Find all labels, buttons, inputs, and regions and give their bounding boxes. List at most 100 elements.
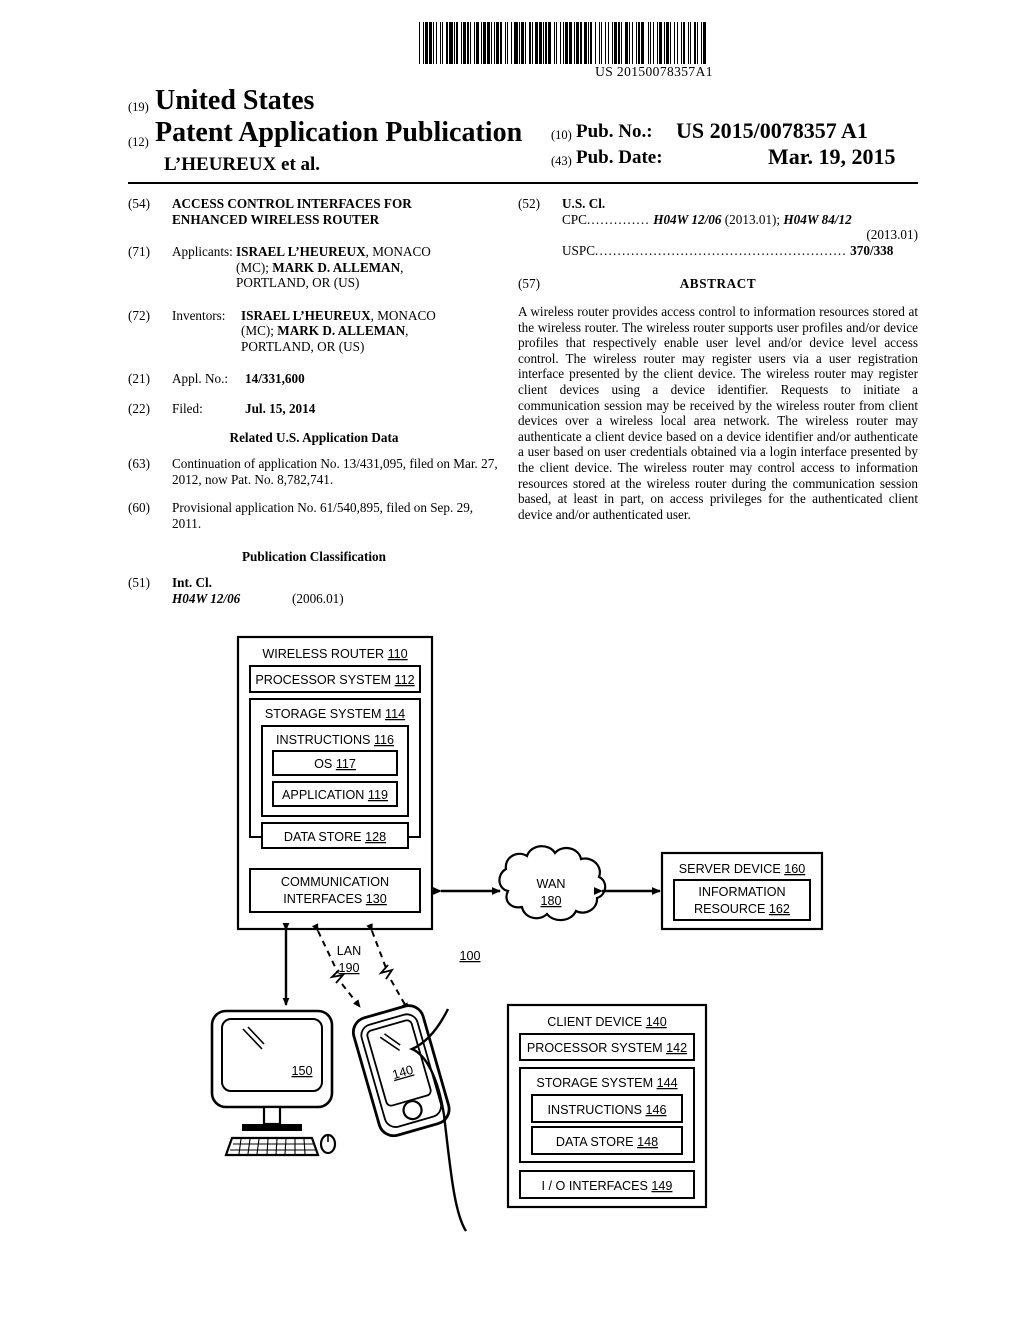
provisional-text: Provisional application No. 61/540,895, … (172, 500, 474, 531)
client-storage-system-ref: 144 (657, 1076, 678, 1090)
server-device-ref: 160 (784, 862, 805, 876)
client-processor-system-label: PROCESSOR SYSTEM (527, 1041, 663, 1055)
field-inventors-label: Inventors: (172, 307, 226, 323)
field-filed-num: (22) (128, 400, 150, 416)
field-title: (54) ACCESS CONTROL INTERFACES FOR ENHAN… (128, 196, 500, 227)
pub-date-paren: (43) (551, 154, 572, 168)
country-title: United States (155, 85, 315, 116)
wireless-router-ref: 110 (388, 647, 408, 661)
os-label: OS (314, 757, 332, 771)
communication-interfaces-box: COMMUNICATION INTERFACES 130 (249, 868, 421, 913)
figure-system-diagram: WIRELESS ROUTER 110 PROCESSOR SYSTEM 112… (150, 625, 874, 1265)
uspc-leader-dots: ........................................… (595, 242, 847, 258)
inventor-2-suffix: , (405, 323, 409, 338)
svg-text:DATA STORE 128: DATA STORE 128 (284, 830, 386, 844)
field-appl-no-num: (21) (128, 371, 150, 386)
document-header: (19) United States (12) Patent Applicati… (128, 84, 918, 182)
application-ref: 119 (368, 788, 388, 802)
cpc-label: CPC (562, 211, 587, 227)
data-store-label: DATA STORE (284, 830, 362, 844)
instructions-ref: 116 (374, 733, 394, 747)
wan-label: WAN (537, 877, 566, 891)
cpc-code-2: H04W 84/12 (783, 211, 852, 227)
pub-date-label: Pub. Date: (576, 147, 663, 168)
processor-system-box: PROCESSOR SYSTEM 112 (249, 665, 421, 693)
doc-type-title: Patent Application Publication (155, 117, 523, 148)
pub-date-value: Mar. 19, 2015 (768, 144, 896, 169)
field-applicants: (71) Applicants: ISRAEL L’HEUREUX, MONAC… (128, 244, 500, 291)
storage-system-label: STORAGE SYSTEM (265, 707, 382, 721)
lan-wireless-link-phone (366, 923, 409, 1011)
information-resource-line1: INFORMATION (698, 885, 785, 899)
field-int-cl: (51) Int. Cl. H04W 12/06 (2006.01) (128, 575, 500, 606)
client-data-store-ref: 148 (637, 1135, 658, 1149)
wan-cloud: WAN 180 (498, 845, 607, 922)
us-cl-label: U.S. Cl. (562, 196, 606, 211)
client-instructions-label: INSTRUCTIONS (548, 1103, 642, 1117)
os-box: OS 117 (272, 750, 398, 776)
country-code-paren: (19) (128, 100, 149, 114)
os-ref: 117 (336, 757, 356, 771)
client-io-interfaces-label: I / O INTERFACES (542, 1179, 648, 1193)
publication-number-text: US 20150078357A1 (595, 64, 713, 79)
inventor-2-location: PORTLAND, OR (US) (241, 338, 365, 354)
abstract-body: A wireless router provides access contro… (518, 304, 918, 522)
client-device-ref: 140 (646, 1015, 667, 1029)
information-resource-line2: RESOURCE (694, 902, 765, 916)
client-data-store-label: DATA STORE (556, 1135, 634, 1149)
applicant-2-suffix: , (400, 259, 404, 275)
barcode-image (419, 22, 889, 64)
client-io-interfaces-ref: 149 (651, 1179, 672, 1193)
wireless-router-label: WIRELESS ROUTER (262, 647, 384, 661)
client-instructions-ref: 146 (645, 1103, 666, 1117)
header-divider (128, 182, 918, 184)
inventor-2-name: MARK D. ALLEMAN (277, 323, 406, 338)
data-store-ref: 128 (365, 830, 386, 844)
communication-interfaces-line2: INTERFACES (283, 892, 362, 906)
svg-text:I / O INTERFACES 149: I / O INTERFACES 149 (542, 1179, 673, 1193)
field-us-cl: (52) U.S. Cl. CPC.............. H04W 12/… (518, 196, 918, 258)
communication-interfaces-ref: 130 (366, 892, 387, 906)
invention-title-line1: ACCESS CONTROL INTERFACES FOR (172, 196, 412, 211)
svg-text:SERVER DEVICE 160: SERVER DEVICE 160 (679, 862, 805, 876)
client-device-label: CLIENT DEVICE (547, 1015, 642, 1029)
applicant-2-name: MARK D. ALLEMAN (272, 259, 401, 275)
doc-type-paren: (12) (128, 135, 149, 149)
field-appl-no: (21) Appl. No.: 14/331,600 (128, 371, 500, 387)
filed-date-value: Jul. 15, 2014 (245, 400, 316, 416)
uspc-value: 370/338 (850, 242, 894, 258)
publication-classification-heading: Publication Classification (242, 549, 386, 564)
client-processor-system-ref: 142 (666, 1041, 687, 1055)
desktop-computer-ref: 150 (291, 1064, 312, 1078)
svg-text:RESOURCE 162: RESOURCE 162 (694, 902, 790, 916)
abstract-heading-row: (57) ABSTRACT (518, 276, 918, 292)
svg-text:WIRELESS ROUTER 110: WIRELESS ROUTER 110 (262, 647, 407, 661)
client-storage-system-label: STORAGE SYSTEM (536, 1076, 653, 1090)
abstract-num: (57) (518, 276, 540, 291)
field-appl-no-label: Appl. No.: (172, 371, 229, 386)
application-label: APPLICATION (282, 788, 364, 802)
field-title-num: (54) (128, 196, 150, 211)
cpc-version-1: (2013.01); (724, 211, 784, 227)
pub-no-label: Pub. No.: (576, 121, 653, 142)
svg-text:OS 117: OS 117 (314, 757, 356, 771)
field-filed: (22) Filed: Jul. 15, 2014 (128, 401, 500, 417)
inventor-1-name: ISRAEL L’HEUREUX (241, 307, 371, 323)
applicant-1-location: , MONACO (365, 244, 431, 259)
field-provisional-num: (60) (128, 500, 150, 515)
field-continuation: (63) Continuation of application No. 13/… (128, 456, 500, 487)
field-inventors-num: (72) (128, 307, 150, 323)
server-device-box: SERVER DEVICE 160 INFORMATION RESOURCE 1… (660, 851, 824, 931)
abstract-title: ABSTRACT (679, 276, 757, 291)
application-box: APPLICATION 119 (272, 781, 398, 807)
server-device-label: SERVER DEVICE (679, 862, 781, 876)
svg-text:STORAGE SYSTEM 144: STORAGE SYSTEM 144 (536, 1076, 677, 1090)
cpc-leader-dots: .............. (586, 211, 650, 227)
bibliographic-left-column: (54) ACCESS CONTROL INTERFACES FOR ENHAN… (128, 196, 500, 617)
processor-system-ref: 112 (395, 673, 415, 687)
cpc-version-2: (2013.01) (866, 227, 918, 242)
information-resource-ref: 162 (769, 902, 790, 916)
invention-title-line2: ENHANCED WIRELESS ROUTER (172, 211, 380, 227)
svg-text:STORAGE SYSTEM 114: STORAGE SYSTEM 114 (265, 707, 405, 721)
int-cl-code: H04W 12/06 (172, 590, 241, 606)
